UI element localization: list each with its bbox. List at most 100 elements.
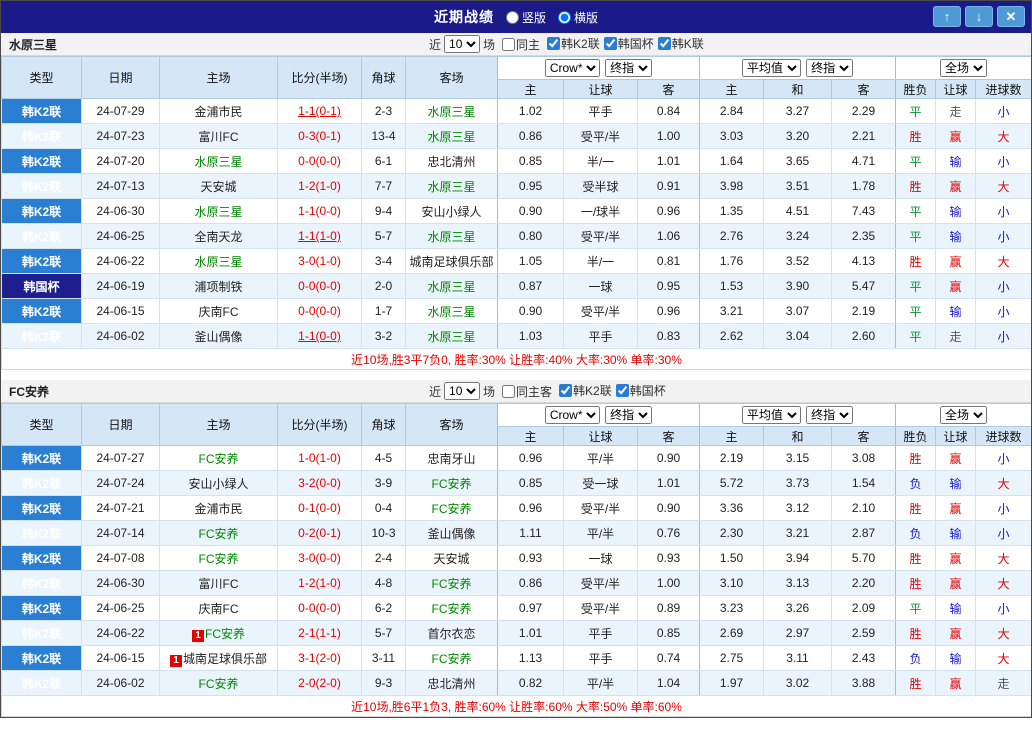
- euro-time-select[interactable]: 终指: [806, 406, 854, 424]
- asia-handicap: 受平/半: [563, 123, 638, 149]
- match-score: 1-1(0-0): [277, 198, 362, 224]
- same-venue-checkbox[interactable]: 同主: [502, 36, 540, 53]
- team-name: 水原三星: [9, 37, 58, 52]
- euro-draw-odds: 3.13: [763, 570, 832, 596]
- result-handicap: 赢: [935, 620, 977, 646]
- result-winlose: 胜: [895, 173, 937, 199]
- euro-draw-odds: 3.26: [763, 595, 832, 621]
- league-filter-checkbox-input[interactable]: [657, 37, 671, 50]
- asia-away-odds: 1.06: [637, 223, 700, 249]
- result-winlose: 胜: [895, 545, 937, 571]
- league-filter-checkbox-input[interactable]: [603, 37, 617, 50]
- euro-draw-odds: 3.73: [763, 470, 832, 496]
- same-venue-checkbox-input[interactable]: [502, 37, 516, 51]
- euro-company-select[interactable]: 平均值: [741, 406, 801, 424]
- match-row: 韩K2联 24-07-27 FC安养 1-0(1-0) 4-5 忠南牙山 0.96 平/半 0.…: [1, 445, 1031, 471]
- close-button[interactable]: ✕: [997, 6, 1025, 27]
- league-filter-checkbox[interactable]: 韩国杯: [603, 35, 654, 52]
- home-team: 庆南FC: [159, 298, 278, 324]
- team-label: 水原三星: [194, 204, 243, 219]
- col-handicap-result: 让球: [935, 79, 977, 99]
- euro-away-odds: 3.88: [830, 670, 897, 696]
- match-type: 韩K2联: [1, 323, 82, 349]
- team-label: 天安城: [200, 179, 237, 194]
- close-icon: ✕: [1005, 9, 1017, 24]
- layout-horizontal-radio-input[interactable]: [558, 10, 571, 24]
- result-handicap: 赢: [935, 123, 977, 149]
- same-venue-checkbox-input[interactable]: [502, 384, 516, 398]
- asia-home-odds: 0.96: [497, 445, 564, 471]
- layout-vertical-radio-input[interactable]: [505, 10, 519, 24]
- euro-draw-odds: 3.11: [763, 645, 832, 671]
- result-goals: 小: [975, 223, 1031, 249]
- match-date: 24-07-13: [81, 173, 160, 199]
- scope-select[interactable]: 全场: [940, 59, 988, 77]
- asia-home-odds: 0.86: [497, 570, 564, 596]
- layout-horizontal-radio[interactable]: 横版: [558, 9, 598, 26]
- col-header-corner: 角球: [361, 56, 406, 99]
- league-filter-checkbox-input[interactable]: [547, 37, 561, 50]
- league-filter-checkbox[interactable]: 韩K2联: [559, 382, 612, 399]
- team-label: FC安养: [198, 551, 239, 566]
- euro-company-select[interactable]: 平均值: [741, 59, 801, 77]
- match-type: 韩国杯: [1, 273, 82, 299]
- league-filter-checkbox[interactable]: 韩K2联: [547, 35, 600, 52]
- league-filter-checkbox-input[interactable]: [615, 384, 629, 397]
- move-up-button[interactable]: ↑: [933, 6, 961, 27]
- team-label: 城南足球俱乐部: [409, 254, 494, 269]
- asia-time-select[interactable]: 终指: [605, 406, 653, 424]
- euro-home-odds: 1.64: [699, 148, 764, 174]
- col-asia-handicap: 让球: [563, 79, 638, 99]
- euro-time-select[interactable]: 终指: [806, 59, 854, 77]
- result-handicap: 赢: [935, 273, 977, 299]
- match-date: 24-06-25: [81, 595, 160, 621]
- match-score[interactable]: 1-1(0-0): [277, 323, 362, 349]
- same-venue-label: 同主客: [516, 384, 553, 399]
- team-label: FC安养: [431, 601, 472, 616]
- match-score[interactable]: 1-1(1-0): [277, 223, 362, 249]
- asia-away-odds: 1.01: [637, 148, 700, 174]
- asia-home-odds: 0.85: [497, 148, 564, 174]
- match-score[interactable]: 1-1(0-1): [277, 98, 362, 124]
- euro-away-odds: 1.54: [830, 470, 897, 496]
- panel-title: 近期战绩: [433, 9, 494, 25]
- corner-score: 0-4: [361, 495, 406, 521]
- asia-home-odds: 0.96: [497, 495, 564, 521]
- team-section-suwon: 水原三星 近 10 场 同主 韩K2联 韩国杯 韩K联 类型 日期 主场 比分(…: [1, 33, 1031, 370]
- asia-company-select[interactable]: Crow*: [544, 406, 600, 424]
- team-section-anyang: FC安养 近 10 场 同主客 韩K2联 韩国杯 类型 日期 主场 比分(半场)…: [1, 380, 1031, 717]
- scope-select[interactable]: 全场: [940, 406, 988, 424]
- corner-score: 1-7: [361, 298, 406, 324]
- home-team: 浦项制铁: [159, 273, 278, 299]
- asia-time-select[interactable]: 终指: [605, 59, 653, 77]
- match-row: 韩K2联 24-06-22 1 FC安养 2-1(1-1) 5-7 首尔衣恋 1.01 平手 0.…: [1, 620, 1031, 646]
- euro-draw-odds: 3.65: [763, 148, 832, 174]
- euro-draw-odds: 3.02: [763, 670, 832, 696]
- team-label: FC安养: [198, 676, 239, 691]
- euro-away-odds: 3.08: [830, 445, 897, 471]
- col-header-score: 比分(半场): [277, 56, 362, 99]
- recent-count-select[interactable]: 10: [444, 35, 481, 53]
- team-label: 庆南FC: [198, 601, 239, 616]
- league-filter-checkbox-input[interactable]: [559, 384, 573, 397]
- record-summary: 近10场,胜3平7负0, 胜率:30% 让胜率:40% 大率:30% 单率:30…: [1, 348, 1031, 370]
- home-team: 水原三星: [159, 248, 278, 274]
- asia-handicap: 平手: [563, 645, 638, 671]
- match-row: 韩K2联 24-07-08 FC安养 3-0(0-0) 2-4 天安城 0.93 一球 0.93…: [1, 545, 1031, 571]
- asia-away-odds: 0.89: [637, 595, 700, 621]
- away-team: 水原三星: [405, 273, 498, 299]
- league-filter-checkbox[interactable]: 韩K联: [657, 35, 704, 52]
- match-score: 3-0(1-0): [277, 248, 362, 274]
- col-euro-home: 主: [699, 79, 764, 99]
- recent-count-select[interactable]: 10: [444, 382, 481, 400]
- corner-score: 3-9: [361, 470, 406, 496]
- layout-vertical-radio[interactable]: 竖版: [505, 9, 546, 26]
- league-filter-label: 韩K2联: [561, 37, 600, 51]
- asia-company-select[interactable]: Crow*: [544, 59, 600, 77]
- same-venue-checkbox[interactable]: 同主客: [502, 383, 552, 400]
- team-label: 城南足球俱乐部: [182, 651, 267, 666]
- col-header-score: 比分(半场): [277, 403, 362, 446]
- league-filter-checkbox[interactable]: 韩国杯: [615, 382, 666, 399]
- asia-away-odds: 1.01: [637, 470, 700, 496]
- move-down-button[interactable]: ↓: [965, 6, 993, 27]
